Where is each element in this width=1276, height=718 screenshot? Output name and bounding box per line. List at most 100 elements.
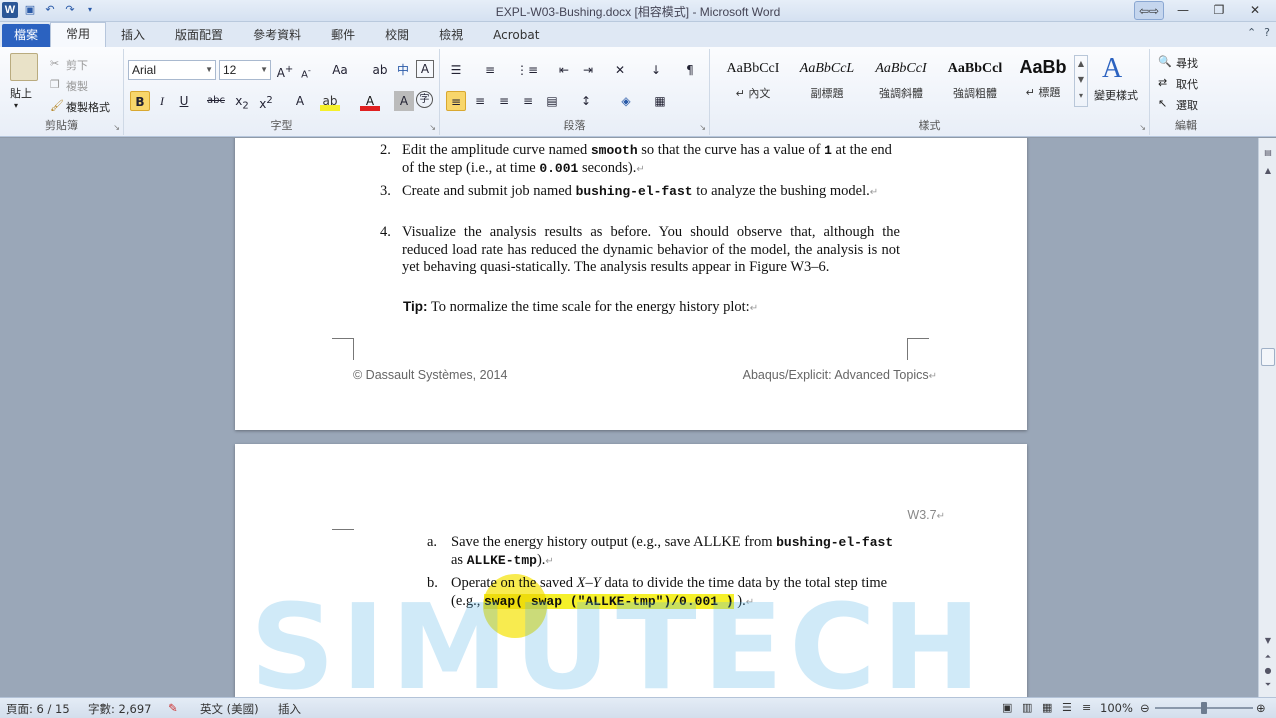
full-screen-reading-icon[interactable]: ▥ — [1022, 701, 1032, 714]
multilevel-list-icon[interactable]: ⋮≡ — [516, 60, 538, 80]
insert-mode-indicator[interactable]: 插入 — [278, 701, 301, 717]
character-border-icon[interactable]: A — [416, 60, 434, 78]
shrink-font-icon[interactable]: A- — [296, 60, 316, 80]
previous-page-icon[interactable]: ⏶ — [1261, 650, 1275, 664]
dialog-launcher-icon[interactable]: ↘ — [429, 123, 436, 132]
tab-mailings[interactable]: 郵件 — [316, 24, 370, 47]
subscript-icon[interactable]: x2 — [232, 91, 252, 111]
restore-layout-button[interactable]: ⇦⇨ — [1134, 1, 1164, 20]
scroll-down-icon[interactable]: ▼ — [1261, 634, 1275, 648]
tab-review[interactable]: 校閱 — [370, 24, 424, 47]
show-formatting-icon[interactable]: ¶ — [680, 60, 700, 80]
draft-icon[interactable]: ≡ — [1082, 701, 1091, 714]
decrease-indent-icon[interactable]: ⇤ — [554, 60, 574, 80]
distributed-icon[interactable]: ▤ — [542, 91, 562, 111]
scroll-thumb[interactable] — [1261, 348, 1275, 366]
change-case-icon[interactable]: Aa — [330, 60, 350, 80]
align-right-icon[interactable]: ≡ — [494, 91, 514, 111]
tab-references[interactable]: 參考資料 — [238, 24, 316, 47]
copy-button[interactable]: 複製 — [66, 78, 88, 94]
page-previous[interactable]: 2. Edit the amplitude curve named smooth… — [235, 138, 1027, 430]
font-color-icon[interactable]: A — [360, 91, 380, 111]
font-size-combo[interactable]: 12 ▼ — [219, 60, 271, 80]
bullets-icon[interactable]: ☰ — [446, 60, 466, 80]
style-heading[interactable]: AaBb ↵ 標題 — [1006, 55, 1080, 107]
minimize-button[interactable]: — — [1166, 1, 1200, 20]
select-icon[interactable]: ↖ — [1158, 97, 1167, 110]
paste-button[interactable]: 貼上 — [10, 85, 32, 101]
strikethrough-icon[interactable]: abc — [206, 91, 226, 111]
shading-icon[interactable]: ◈ — [616, 91, 636, 111]
copy-icon[interactable]: ❐ — [50, 78, 60, 91]
text-effects-icon[interactable]: A — [290, 91, 310, 111]
phonetic-guide-icon[interactable]: 中 — [393, 60, 413, 80]
word-count[interactable]: 字數: 2,697 — [88, 701, 151, 717]
minimize-ribbon-icon[interactable]: ⌃ — [1247, 26, 1256, 39]
italic-icon[interactable]: I — [152, 91, 172, 111]
scroll-up-icon[interactable]: ▲ — [1261, 164, 1275, 178]
cut-icon[interactable]: ✂ — [50, 57, 59, 70]
sort-icon[interactable]: ↓ — [646, 60, 666, 80]
tab-acrobat[interactable]: Acrobat — [478, 24, 554, 47]
enclose-characters-icon[interactable]: 字 — [416, 91, 433, 108]
tab-file[interactable]: 檔案 — [2, 24, 51, 47]
highlight-color-icon[interactable]: ab — [320, 91, 340, 111]
print-layout-icon[interactable]: ▣ — [1002, 701, 1012, 714]
numbering-icon[interactable]: ≡ — [480, 60, 500, 80]
line-spacing-icon[interactable]: ↕ — [576, 91, 596, 111]
proofing-icon[interactable]: ✎ — [168, 701, 178, 715]
find-button[interactable]: 尋找 — [1176, 55, 1198, 71]
tab-insert[interactable]: 插入 — [106, 24, 160, 47]
format-painter-button[interactable]: 複製格式 — [66, 99, 110, 115]
web-layout-icon[interactable]: ▦ — [1042, 701, 1052, 714]
close-button[interactable]: ✕ — [1238, 1, 1272, 20]
clear-formatting-icon[interactable]: ab — [370, 60, 390, 80]
style-subtitle[interactable]: AaBbCcL 副標題 — [790, 55, 864, 107]
font-name-combo[interactable]: Arial ▼ — [128, 60, 216, 80]
zoom-level[interactable]: 100% — [1100, 701, 1133, 715]
browse-object-icon[interactable]: ● — [1261, 664, 1275, 678]
tab-view[interactable]: 檢視 — [424, 24, 478, 47]
chinese-layout-icon[interactable]: ✕ — [610, 60, 630, 80]
change-styles-button[interactable]: 變更樣式 — [1094, 87, 1138, 103]
paste-icon[interactable] — [10, 53, 38, 81]
document-area[interactable]: 2. Edit the amplitude curve named smooth… — [0, 138, 1258, 697]
superscript-icon[interactable]: x2 — [256, 91, 276, 111]
zoom-in-icon[interactable]: ⊕ — [1256, 701, 1266, 715]
replace-button[interactable]: 取代 — [1176, 76, 1198, 92]
paste-dropdown-icon[interactable]: ▾ — [14, 101, 18, 110]
language-indicator[interactable]: 英文 (美國) — [200, 701, 259, 717]
align-center-icon[interactable]: ≡ — [470, 91, 490, 111]
zoom-slider-knob[interactable] — [1201, 702, 1207, 714]
character-shading-icon[interactable]: A — [394, 91, 414, 111]
borders-icon[interactable]: ▦ — [650, 91, 670, 111]
cut-button[interactable]: 剪下 — [66, 57, 88, 73]
find-icon[interactable]: 🔍 — [1158, 55, 1172, 68]
styles-scroll[interactable]: ▲ ▼ ▾ — [1074, 55, 1088, 107]
dialog-launcher-icon[interactable]: ↘ — [1139, 123, 1146, 132]
dialog-launcher-icon[interactable]: ↘ — [699, 123, 706, 132]
page-current[interactable]: W3.7↵ a. Save the energy history output … — [235, 444, 1027, 697]
vertical-scrollbar[interactable]: ▤ ▲ ▼ ⏶ ● ⏷ — [1258, 138, 1276, 697]
justify-icon[interactable]: ≡ — [518, 91, 538, 111]
select-button[interactable]: 選取 — [1176, 97, 1198, 113]
tab-home[interactable]: 常用 — [50, 22, 107, 47]
help-icon[interactable]: ? — [1264, 26, 1270, 39]
page-indicator[interactable]: 頁面: 6 / 15 — [6, 701, 70, 717]
style-normal[interactable]: AaBbCcI ↵ 內文 — [716, 55, 790, 107]
replace-icon[interactable]: ⇄ — [1158, 76, 1167, 89]
underline-icon[interactable]: U — [174, 91, 194, 111]
zoom-out-icon[interactable]: ⊖ — [1140, 701, 1150, 715]
dialog-launcher-icon[interactable]: ↘ — [113, 123, 120, 132]
format-painter-icon[interactable]: 🖌 — [50, 99, 64, 112]
grow-font-icon[interactable]: A+ — [275, 60, 295, 80]
align-left-icon[interactable]: ≡ — [446, 91, 466, 111]
ruler-toggle-icon[interactable]: ▤ — [1261, 146, 1275, 160]
tab-page-layout[interactable]: 版面配置 — [160, 24, 238, 47]
maximize-button[interactable]: ❐ — [1202, 1, 1236, 20]
increase-indent-icon[interactable]: ⇥ — [578, 60, 598, 80]
style-strong[interactable]: AaBbCcl 強調粗體 — [938, 55, 1012, 107]
change-styles-icon[interactable]: A — [1102, 53, 1122, 85]
zoom-slider[interactable] — [1155, 702, 1253, 714]
outline-icon[interactable]: ☰ — [1062, 701, 1072, 714]
